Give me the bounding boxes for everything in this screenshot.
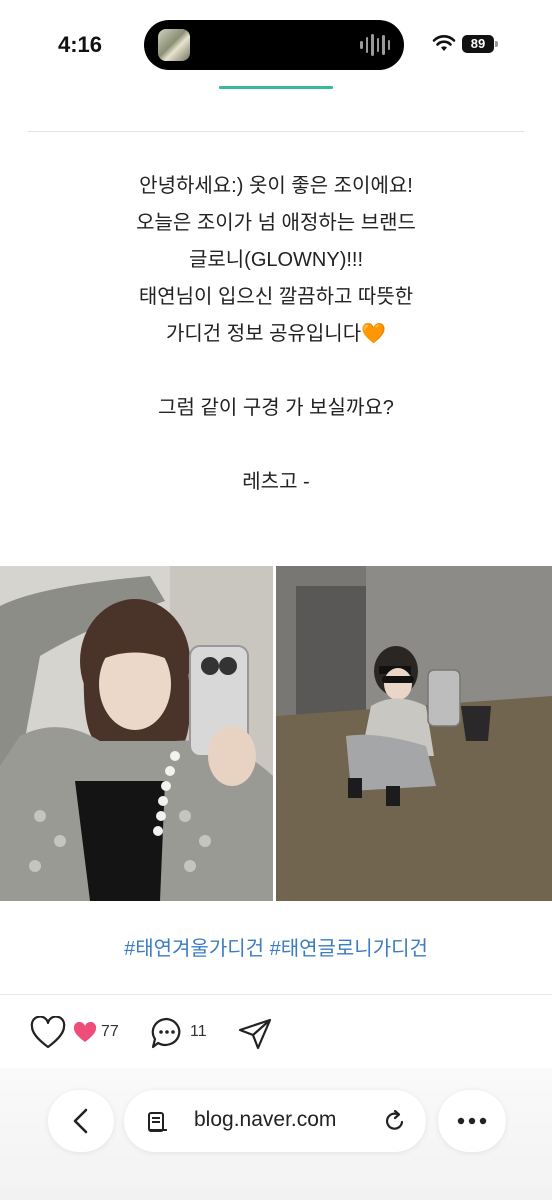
browser-toolbar: blog.naver.com	[0, 1068, 552, 1200]
now-playing-artwork	[158, 29, 190, 61]
post-body: 안녕하세요:) 옷이 좋은 조이에요! 오늘은 조이가 넘 애정하는 브랜드 글…	[0, 168, 552, 501]
back-button[interactable]	[48, 1090, 114, 1152]
post-hashtags[interactable]: #태연겨울가디건 #태연글로니가디건	[0, 932, 552, 961]
post-line: 태연님이 입으신 깔끔하고 따뜻한	[138, 286, 414, 308]
status-bar: 4:16 89	[0, 0, 552, 90]
post-line: 오늘은 조이가 넘 애정하는 브랜드	[136, 212, 416, 234]
actions-divider	[0, 994, 552, 995]
photo-gallery	[0, 566, 552, 901]
address-bar[interactable]: blog.naver.com	[124, 1090, 426, 1152]
post-photo-1[interactable]	[0, 566, 273, 901]
ellipsis-icon	[457, 1117, 487, 1125]
post-line: 레츠고 -	[242, 471, 310, 493]
share-icon[interactable]	[238, 1018, 272, 1050]
comment-count: 11	[190, 1023, 207, 1040]
like-heart-icon[interactable]	[30, 1016, 66, 1050]
post-line: 그럼 같이 구경 가 보실까요?	[158, 397, 394, 419]
wifi-icon	[432, 35, 456, 51]
section-underline	[219, 86, 333, 89]
chevron-left-icon	[73, 1108, 88, 1134]
url-text: blog.naver.com	[194, 1108, 337, 1131]
battery-tip	[495, 41, 498, 47]
post-line: 가디건 정보 공유입니다🧡	[165, 323, 386, 345]
post-line: 안녕하세요:) 옷이 좋은 조이에요!	[139, 175, 413, 197]
post-line: 글로니(GLOWNY)!!!	[188, 249, 364, 271]
dynamic-island[interactable]	[144, 20, 404, 70]
audio-waveform-icon	[360, 33, 390, 57]
like-count: 77	[101, 1023, 119, 1040]
reader-mode-icon[interactable]	[146, 1110, 170, 1134]
reload-icon[interactable]	[382, 1108, 408, 1134]
comment-icon[interactable]	[150, 1016, 184, 1050]
like-reaction-icon	[73, 1022, 97, 1042]
content-divider	[28, 131, 524, 132]
status-time: 4:16	[58, 32, 103, 57]
post-actions: 77 11	[0, 1010, 552, 1060]
more-options-button[interactable]	[438, 1090, 506, 1152]
battery-indicator: 89	[462, 35, 494, 53]
post-photo-2[interactable]	[276, 566, 552, 901]
